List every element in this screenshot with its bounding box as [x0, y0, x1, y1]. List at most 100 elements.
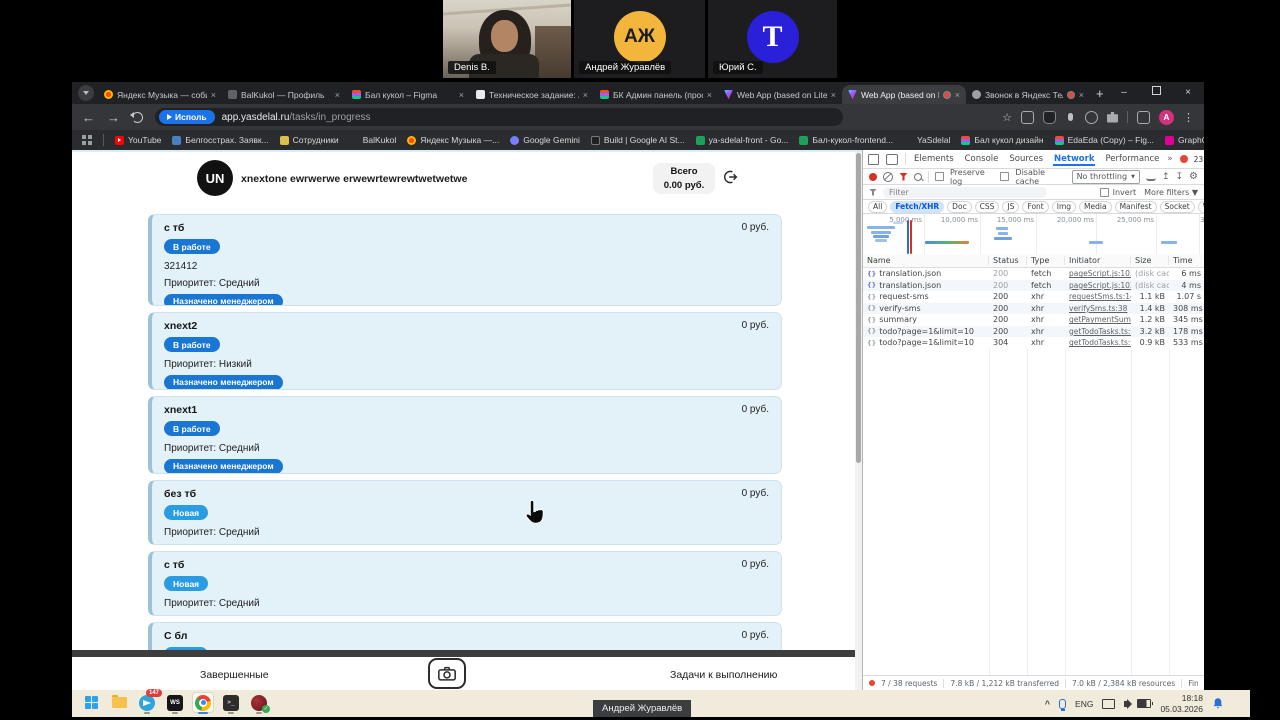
preserve-log-checkbox[interactable] [935, 172, 944, 181]
app-button[interactable]: ✓ [248, 692, 270, 713]
apps-grid-icon[interactable] [82, 135, 92, 145]
devtools-tab[interactable]: Console [964, 152, 1000, 166]
resource-chip[interactable]: Socket [1160, 201, 1195, 213]
notification-bell-icon[interactable] [1212, 697, 1224, 710]
chrome-button[interactable] [192, 692, 214, 713]
mic-extension-icon[interactable] [1068, 113, 1073, 121]
video-tile-yuri[interactable]: Т Юрий С. [708, 0, 837, 78]
invert-option[interactable]: Invert [1100, 188, 1137, 197]
minimize-button[interactable]: – [1108, 82, 1140, 104]
browser-tab[interactable]: Бал кукол – Figma × [346, 85, 470, 104]
bookmark-item[interactable]: Build | Google AI St... [591, 135, 685, 145]
clear-icon[interactable] [883, 172, 893, 182]
bookmark-item[interactable]: Яндекс Музыка —... [407, 135, 499, 145]
device-toolbar-icon[interactable] [886, 154, 898, 165]
task-card[interactable]: xnext1 0 руб. В работе Приоритет: Средни… [148, 396, 782, 474]
telegram-button[interactable]: 147 [136, 692, 158, 713]
network-row[interactable]: {}todo?page=1&limit=10 304 xhr getTodoTa… [863, 337, 1204, 349]
more-filters-button[interactable]: More filters ▼ [1144, 188, 1198, 197]
tab-close-button[interactable]: × [955, 90, 960, 100]
password-manager-icon[interactable] [1043, 111, 1056, 124]
network-row[interactable]: {}summary 200 xhr getPaymentSummary 1.2 … [863, 314, 1204, 326]
filter-icon[interactable] [899, 173, 908, 181]
bookmark-item[interactable]: Бал-кукол-frontend... [799, 135, 893, 145]
browser-tab[interactable]: Техническое задание: А × [470, 85, 594, 104]
network-row[interactable]: {}translation.json 200 fetch pageScript.… [863, 280, 1204, 292]
address-bar[interactable]: Исполь app.yasdelal.ru/tasks/in_progress [155, 108, 843, 126]
task-card[interactable]: с тб 0 руб. В работе 321412 Приоритет: С… [148, 214, 782, 306]
column-header[interactable]: Type [1027, 256, 1065, 265]
resource-chip[interactable]: Font [1022, 201, 1048, 213]
extensions-puzzle-icon[interactable] [1107, 112, 1118, 123]
tab-search-button[interactable] [78, 85, 94, 101]
column-header[interactable]: Time [1169, 256, 1204, 265]
resource-chip[interactable]: Wasm [1198, 201, 1204, 213]
import-har-icon[interactable]: ↥ [1162, 172, 1170, 182]
browser-menu-icon[interactable]: ⋮ [1183, 111, 1194, 124]
export-har-icon[interactable]: ↧ [1175, 172, 1183, 182]
browser-tab[interactable]: Звонок в Яндекс Тел × [966, 85, 1090, 104]
logout-button[interactable] [722, 169, 738, 190]
column-header[interactable]: Name [863, 256, 989, 265]
column-header[interactable]: Status [989, 256, 1027, 265]
bookmark-item[interactable]: BalKukol [350, 135, 397, 145]
more-tabs-chevron[interactable]: » [1167, 154, 1172, 164]
network-display-icon[interactable] [1102, 699, 1115, 709]
bookmark-item[interactable]: YouTube [115, 135, 161, 145]
devtools-tab[interactable]: Performance [1104, 152, 1160, 166]
bookmark-item[interactable]: ya-sdelal-front - Go... [696, 135, 789, 145]
network-row[interactable]: {}todo?page=1&limit=10 200 xhr getTodoTa… [863, 326, 1204, 338]
browser-tab[interactable]: Web App (based on L × [842, 85, 966, 104]
task-card[interactable]: xnext2 0 руб. В работе Приоритет: Низкий… [148, 312, 782, 390]
side-panel-icon[interactable] [1137, 111, 1150, 124]
language-indicator[interactable]: ENG [1075, 699, 1093, 709]
resource-chip[interactable]: Manifest [1115, 201, 1157, 213]
inspect-icon[interactable] [868, 154, 879, 165]
tab-close-button[interactable]: × [707, 90, 712, 100]
resource-chip[interactable]: All [868, 201, 887, 213]
request-initiator[interactable]: getPaymentSummary [1065, 315, 1131, 324]
request-initiator[interactable]: requestSms.ts:14 [1065, 292, 1131, 301]
network-settings-icon[interactable]: ⚙ [1189, 171, 1198, 182]
request-initiator[interactable]: pageScript.js:103 [1065, 269, 1131, 278]
bookmark-item[interactable]: Бал кукол дизайн [961, 135, 1043, 145]
back-button[interactable]: ← [82, 111, 95, 124]
browser-tab[interactable]: Web App (based on LiteF × [718, 85, 842, 104]
filter-input[interactable]: Filter [883, 187, 1047, 198]
resource-chip[interactable]: Img [1052, 201, 1076, 213]
scrollbar[interactable] [855, 152, 862, 690]
battery-icon[interactable] [1137, 699, 1151, 708]
resource-chip[interactable]: Doc [947, 201, 972, 213]
devtools-tab[interactable]: Elements [913, 152, 955, 166]
user-avatar[interactable]: UN [197, 160, 233, 196]
new-tab-button[interactable]: + [1096, 86, 1104, 101]
file-explorer-button[interactable] [108, 692, 130, 713]
record-button[interactable] [869, 173, 877, 181]
task-card[interactable]: с тб 0 руб. Новая Приоритет: Средний [148, 551, 782, 616]
webstorm-button[interactable]: WS [164, 692, 186, 713]
extension-icon[interactable] [1021, 111, 1034, 124]
network-overview-timeline[interactable]: 5,000 ms10,000 ms15,000 ms20,000 ms25,00… [863, 214, 1204, 259]
column-header[interactable]: Size [1131, 256, 1169, 265]
clock[interactable]: 18:18 05.03.2026 [1160, 693, 1203, 714]
tab-close-button[interactable]: × [211, 90, 216, 100]
devtools-tab[interactable]: Sources [1008, 152, 1044, 166]
todo-tab[interactable]: Задачи к выполнению [670, 669, 777, 681]
bookmark-item[interactable]: Белгосстрах. Заявк... [172, 135, 268, 145]
network-row[interactable]: {}request-sms 200 xhr requestSms.ts:14 1… [863, 291, 1204, 303]
disable-cache-checkbox[interactable] [1000, 172, 1009, 181]
throttling-select[interactable]: No throttling▼ [1072, 170, 1140, 184]
speaker-icon[interactable] [1124, 701, 1128, 707]
resource-chip[interactable]: Media [1079, 201, 1112, 213]
bookmark-star-icon[interactable]: ☆ [1002, 111, 1012, 124]
browser-tab[interactable]: BalKukol — Профиль × [222, 85, 346, 104]
scrollbar-thumb[interactable] [856, 153, 861, 463]
hidden-icons-chevron[interactable]: ^ [1045, 699, 1050, 709]
video-tile-denis[interactable]: Denis B. [443, 0, 571, 78]
tab-close-button[interactable]: × [1079, 90, 1084, 100]
bookmark-item[interactable]: EdaEda (Copy) – Fig... [1055, 135, 1154, 145]
browser-tab[interactable]: Яндекс Музыка — соби × [98, 85, 222, 104]
search-icon[interactable] [914, 173, 922, 181]
maximize-button[interactable] [1140, 82, 1172, 104]
video-tile-andrey[interactable]: АЖ Андрей Журавлёв [574, 0, 705, 78]
